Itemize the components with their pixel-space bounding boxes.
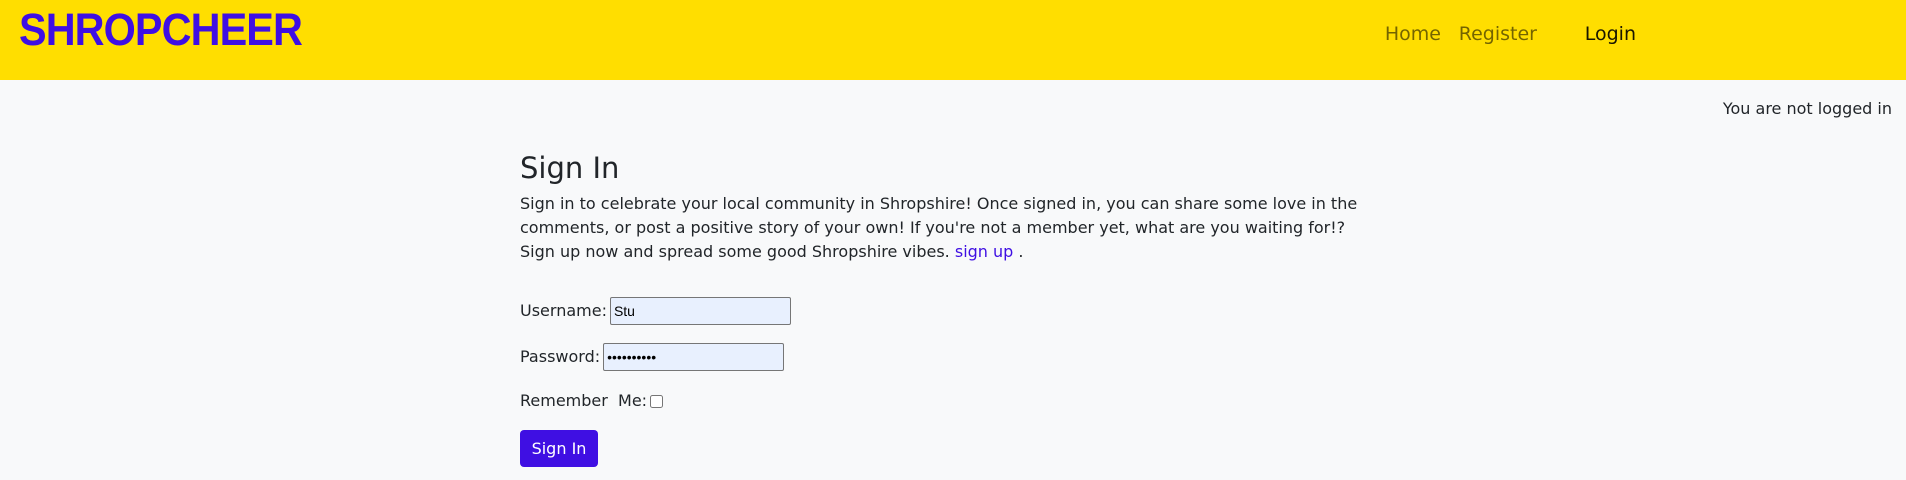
username-label: Username: <box>520 301 607 320</box>
nav-home-link[interactable]: Home <box>1385 21 1441 47</box>
password-row: Password: <box>520 343 785 371</box>
nav-login-link[interactable]: Login <box>1585 21 1636 47</box>
page-title: Sign In <box>520 151 620 185</box>
remember-label: Remember Me: <box>520 391 648 410</box>
brand-logo[interactable]: SHROPCHEER <box>19 4 303 56</box>
intro-text: Sign in to celebrate your local communit… <box>520 194 1358 261</box>
remember-row: Remember Me: <box>520 390 664 412</box>
signin-section: Sign In Sign in to celebrate your local … <box>520 150 1370 467</box>
username-row: Username: <box>520 297 791 325</box>
remember-checkbox[interactable] <box>650 394 664 408</box>
password-input[interactable] <box>603 343 785 371</box>
nav-register-link[interactable]: Register <box>1459 21 1537 47</box>
signup-link[interactable]: sign up <box>955 242 1013 261</box>
sign-in-button[interactable]: Sign In <box>520 430 598 467</box>
top-navbar: SHROPCHEER Home Register Login <box>0 0 1906 80</box>
signin-intro: Sign in to celebrate your local communit… <box>520 192 1370 264</box>
username-input[interactable] <box>609 297 791 325</box>
intro-suffix: . <box>1018 242 1024 261</box>
password-label: Password: <box>520 347 601 366</box>
login-status-text: You are not logged in <box>1722 99 1892 118</box>
